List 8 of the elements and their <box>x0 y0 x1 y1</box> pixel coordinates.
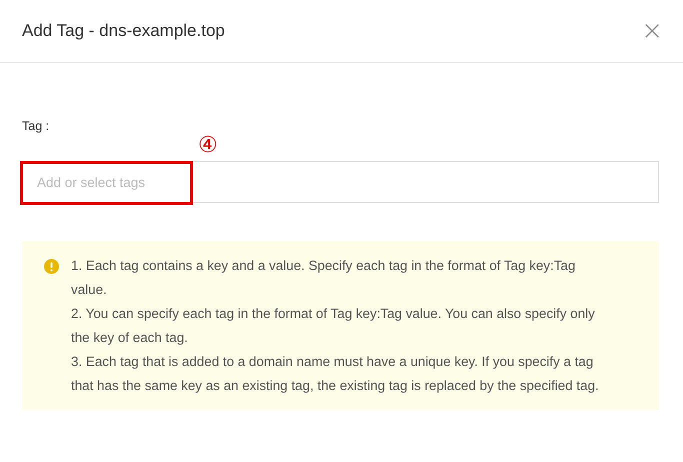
notice-text: 2. You can specify each tag in the format of Tag key:Tag value. You can also specify only the key of each tag. <box>71 305 596 347</box>
step-number: ④ <box>198 133 218 159</box>
field-label: Tag : <box>22 119 50 133</box>
notice-text: 1. Each tag contains a key and a value. Specify each tag in the format of Tag key:Tag value. <box>71 257 576 299</box>
warning-icon <box>44 259 59 274</box>
dialog-title: Add Tag - dns-example.top <box>22 21 225 41</box>
notice-text: 3. Each tag that is added to a domain name must have a unique key. If you specify a tag that has the same key as an existing tag, the existing tag is replaced by the specified tag. <box>71 353 600 395</box>
close-button[interactable]: × <box>641 18 663 44</box>
